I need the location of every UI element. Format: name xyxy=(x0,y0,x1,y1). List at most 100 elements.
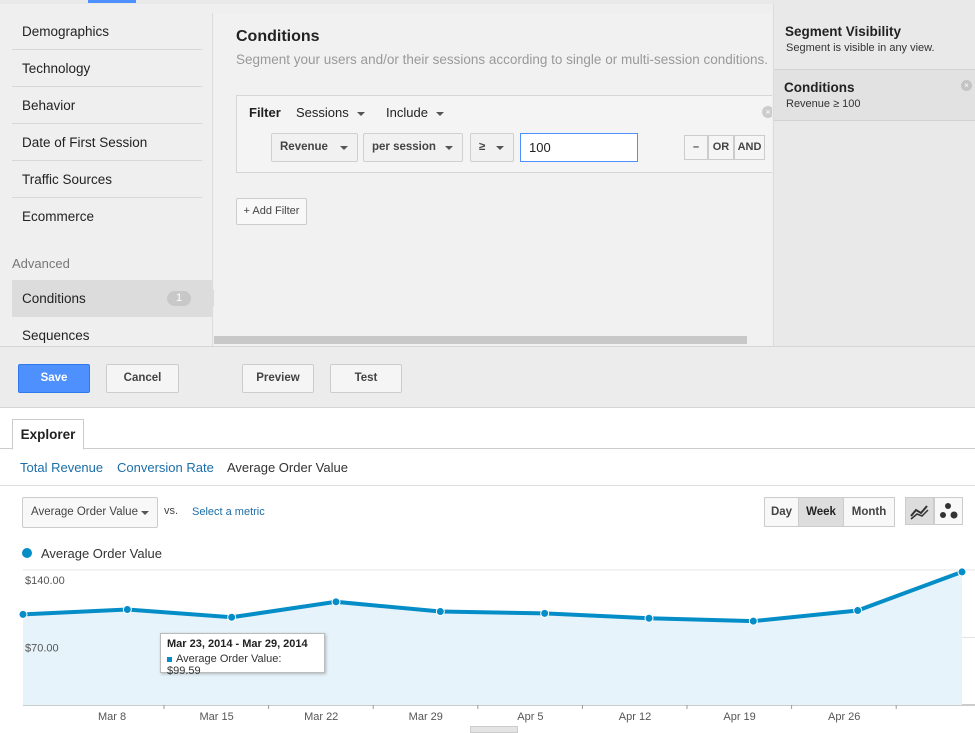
legend-marker xyxy=(22,548,32,558)
nav-heading-advanced: Advanced xyxy=(12,256,70,271)
per-dropdown[interactable]: per session xyxy=(363,133,463,162)
scope-dropdown[interactable]: Sessions xyxy=(296,105,365,120)
nav-item-demographics[interactable]: Demographics xyxy=(12,13,202,50)
x-tick-label: Mar 29 xyxy=(409,711,443,723)
close-icon[interactable]: × xyxy=(961,80,972,91)
chevron-down-icon xyxy=(356,111,365,116)
nav-item-date-first-session[interactable]: Date of First Session xyxy=(12,124,202,161)
per-value: per session xyxy=(372,141,436,153)
summary-conditions-text: Revenue ≥ 100 xyxy=(786,98,861,110)
operator-dropdown[interactable]: ≥ xyxy=(470,133,514,162)
chart-scroll-handle[interactable] xyxy=(470,726,518,733)
filter-label: Filter xyxy=(249,105,281,120)
page-root: Demographics Technology Behavior Date of… xyxy=(0,0,975,733)
add-filter-button[interactable]: + Add Filter xyxy=(236,198,307,225)
data-point-2[interactable] xyxy=(227,612,237,622)
series-line xyxy=(22,570,963,624)
bubble-chart-icon xyxy=(940,503,958,519)
preview-button[interactable]: Preview xyxy=(242,364,314,393)
action-bar: Save Cancel Preview Test xyxy=(0,346,975,408)
or-button[interactable]: OR xyxy=(708,135,734,160)
metric-link-total-revenue[interactable]: Total Revenue xyxy=(20,460,103,475)
horizontal-scrollbar[interactable] xyxy=(214,336,747,344)
nav-item-traffic-sources[interactable]: Traffic Sources xyxy=(12,161,202,198)
data-point-3[interactable] xyxy=(331,597,341,607)
scope-value: Sessions xyxy=(296,105,349,120)
x-tick-label: Apr 12 xyxy=(619,711,651,723)
include-value: Include xyxy=(386,105,428,120)
summary-conditions-title: Conditions xyxy=(784,80,855,95)
segment-left-nav: Demographics Technology Behavior Date of… xyxy=(0,13,222,346)
chevron-down-icon xyxy=(435,111,444,116)
motion-chart-toggle[interactable] xyxy=(934,497,963,525)
metric-select-value: Average Order Value xyxy=(31,506,138,518)
data-point-4[interactable] xyxy=(435,606,445,616)
cancel-button[interactable]: Cancel xyxy=(106,364,179,393)
conditions-subtitle: Segment your users and/or their sessions… xyxy=(236,52,769,67)
x-tick-label: Mar 8 xyxy=(98,711,126,723)
data-point-5[interactable] xyxy=(540,608,550,618)
line-chart-icon xyxy=(910,505,929,520)
data-point-1[interactable] xyxy=(122,605,132,615)
nav-item-technology[interactable]: Technology xyxy=(12,50,202,87)
filter-box: Filter Sessions Include × Revenue per se… xyxy=(236,95,772,173)
x-tick-label: Mar 15 xyxy=(199,711,233,723)
data-point-7[interactable] xyxy=(748,616,758,626)
dimension-dropdown[interactable]: Revenue xyxy=(271,133,358,162)
divider xyxy=(0,485,975,486)
operator-value: ≥ xyxy=(479,141,486,153)
y-tick-label: $70.00 xyxy=(25,643,59,655)
tab-explorer[interactable]: Explorer xyxy=(12,419,84,450)
remove-condition-button[interactable]: – xyxy=(684,135,708,160)
chevron-down-icon xyxy=(445,146,453,150)
include-dropdown[interactable]: Include xyxy=(386,105,444,120)
granularity-week-button[interactable]: Week xyxy=(798,497,844,527)
x-tick-label: Apr 19 xyxy=(723,711,755,723)
segment-summary-panel: Segment Visibility Segment is visible in… xyxy=(773,4,975,346)
tooltip-date: Mar 23, 2014 - Mar 29, 2014 xyxy=(167,638,308,650)
select-metric-link[interactable]: Select a metric xyxy=(192,506,265,518)
save-button[interactable]: Save xyxy=(18,364,90,393)
metric-link-conversion-rate[interactable]: Conversion Rate xyxy=(117,460,214,475)
chart-tooltip: Mar 23, 2014 - Mar 29, 2014 Average Orde… xyxy=(160,633,325,677)
series-marker xyxy=(167,656,172,662)
granularity-month-button[interactable]: Month xyxy=(843,497,895,527)
tooltip-value: Average Order Value: $99.59 xyxy=(167,653,282,677)
granularity-day-button[interactable]: Day xyxy=(764,497,799,527)
nav-item-ecommerce[interactable]: Ecommerce xyxy=(12,198,202,235)
and-button[interactable]: AND xyxy=(734,135,765,160)
conditions-panel: Conditions Segment your users and/or the… xyxy=(214,13,772,346)
conditions-title: Conditions xyxy=(236,28,320,45)
nav-item-conditions[interactable]: Conditions 1 xyxy=(12,280,222,317)
filter-value-input[interactable]: 100 xyxy=(520,133,638,162)
x-tick-label: Mar 22 xyxy=(304,711,338,723)
explorer-tab-bar: Explorer xyxy=(0,409,975,450)
x-tick-label: Apr 26 xyxy=(828,711,860,723)
legend-label: Average Order Value xyxy=(41,546,162,561)
nav-item-conditions-label: Conditions xyxy=(22,291,86,306)
summary-conditions[interactable]: Conditions Revenue ≥ 100 × xyxy=(774,69,975,121)
chevron-down-icon xyxy=(340,146,348,150)
data-point-6[interactable] xyxy=(644,613,654,623)
data-point-9[interactable] xyxy=(957,568,967,577)
average-order-value-chart[interactable]: Mar 8 Mar 15 Mar 22 Mar 29 Apr 5 Apr 12 Apr 19… xyxy=(0,568,975,726)
y-tick-label: $140.00 xyxy=(25,575,65,587)
vs-label: vs. xyxy=(164,505,179,517)
dimension-value: Revenue xyxy=(280,141,328,153)
chevron-down-icon xyxy=(496,146,504,150)
metric-link-average-order-value: Average Order Value xyxy=(227,460,348,475)
metric-select-dropdown[interactable]: Average Order Value xyxy=(22,497,158,528)
segment-editor: Demographics Technology Behavior Date of… xyxy=(0,4,975,346)
segment-visibility-title: Segment Visibility xyxy=(785,24,902,39)
nav-item-behavior[interactable]: Behavior xyxy=(12,87,202,124)
tooltip-value-row: Average Order Value: $99.59 xyxy=(167,653,318,677)
chevron-down-icon xyxy=(141,511,149,515)
active-tab-indicator xyxy=(88,0,136,3)
line-chart-toggle[interactable] xyxy=(905,497,934,525)
data-point-0[interactable] xyxy=(18,609,28,619)
test-button[interactable]: Test xyxy=(330,364,402,393)
remove-filter-icon[interactable]: × xyxy=(762,106,772,118)
data-point-8[interactable] xyxy=(853,606,863,615)
x-tick-label: Apr 5 xyxy=(517,711,543,723)
conditions-count-badge: 1 xyxy=(167,291,191,306)
